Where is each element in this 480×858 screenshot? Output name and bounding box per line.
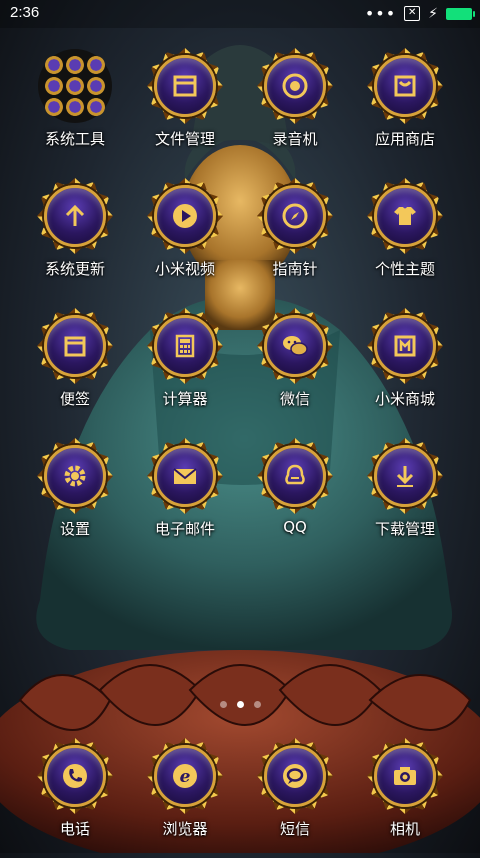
mail-icon (173, 468, 197, 484)
app-label: 小米商城 (374, 390, 435, 408)
qq-penguin-icon (285, 464, 305, 485)
app-app-store[interactable]: 应用商店 (350, 48, 460, 168)
notification-x-icon: ✕ (404, 6, 421, 21)
app-label: 设置 (59, 520, 90, 538)
status-time: 2:36 (10, 4, 40, 21)
app-label: 相机 (389, 820, 420, 838)
charging-icon: ⚡ (428, 5, 438, 22)
dock-browser[interactable]: e 浏览器 (130, 738, 240, 858)
folder-icon (37, 48, 113, 124)
dock-messages[interactable]: 短信 (240, 738, 350, 858)
app-label: 电话 (59, 820, 90, 838)
app-settings[interactable]: 设置 (20, 438, 130, 558)
app-compass[interactable]: 指南针 (240, 178, 350, 298)
app-label: 文件管理 (154, 130, 215, 148)
app-label: 计算器 (162, 390, 208, 408)
file-manager-icon (173, 75, 197, 97)
app-store-icon (394, 75, 416, 97)
status-icons: ••• ✕ ⚡ (364, 3, 475, 23)
page-indicator[interactable] (0, 701, 480, 708)
app-file-manager[interactable]: 文件管理 (130, 48, 240, 168)
app-system-tools-folder[interactable]: 系统工具 (20, 48, 130, 168)
record-icon (282, 73, 308, 99)
gear-icon (64, 465, 86, 487)
app-label: QQ (283, 518, 307, 536)
app-label: 系统工具 (44, 130, 105, 148)
svg-text:e: e (180, 767, 191, 787)
app-calculator[interactable]: 计算器 (130, 308, 240, 428)
note-icon (64, 336, 86, 357)
calculator-icon (175, 334, 195, 358)
app-label: 微信 (279, 390, 310, 408)
app-label: 电子邮件 (154, 520, 215, 538)
app-label: 指南针 (272, 260, 318, 278)
app-label: 下载管理 (374, 520, 435, 538)
app-system-update[interactable]: 系统更新 (20, 178, 130, 298)
app-label: 短信 (279, 820, 310, 838)
page-dot-active[interactable] (236, 701, 244, 708)
app-label: 录音机 (272, 130, 318, 148)
app-label: 便签 (59, 390, 90, 408)
app-themes[interactable]: 个性主题 (350, 178, 460, 298)
battery-icon (446, 7, 475, 20)
app-label: 应用商店 (374, 130, 435, 148)
play-icon (173, 204, 197, 228)
message-bubble-icon (283, 764, 307, 788)
app-notes[interactable]: 便签 (20, 308, 130, 428)
update-arrow-icon (65, 204, 85, 226)
app-wechat[interactable]: 微信 (240, 308, 350, 428)
app-label: 浏览器 (162, 820, 208, 838)
wechat-icon (283, 336, 308, 356)
browser-e-icon: e (173, 764, 197, 788)
more-dots-icon: ••• (364, 3, 397, 23)
dock-phone[interactable]: 电话 (20, 738, 130, 858)
tshirt-icon (394, 207, 416, 225)
app-label: 小米视频 (154, 260, 215, 278)
status-bar: 2:36 ••• ✕ ⚡ (0, 0, 480, 28)
app-recorder[interactable]: 录音机 (240, 48, 350, 168)
phone-icon (63, 764, 87, 788)
page-dot[interactable] (219, 701, 227, 708)
app-mi-store[interactable]: 小米商城 (350, 308, 460, 428)
page-dot[interactable] (253, 701, 261, 708)
camera-icon (394, 767, 416, 785)
app-mi-video[interactable]: 小米视频 (130, 178, 240, 298)
app-qq[interactable]: QQ (240, 438, 350, 558)
dock-camera[interactable]: 相机 (350, 738, 460, 858)
app-label: 系统更新 (44, 260, 105, 278)
app-download-manager[interactable]: 下载管理 (350, 438, 460, 558)
app-email[interactable]: 电子邮件 (130, 438, 240, 558)
download-icon (396, 466, 414, 487)
mi-store-icon (394, 335, 416, 357)
app-label: 个性主题 (374, 260, 435, 278)
compass-icon (282, 203, 308, 229)
